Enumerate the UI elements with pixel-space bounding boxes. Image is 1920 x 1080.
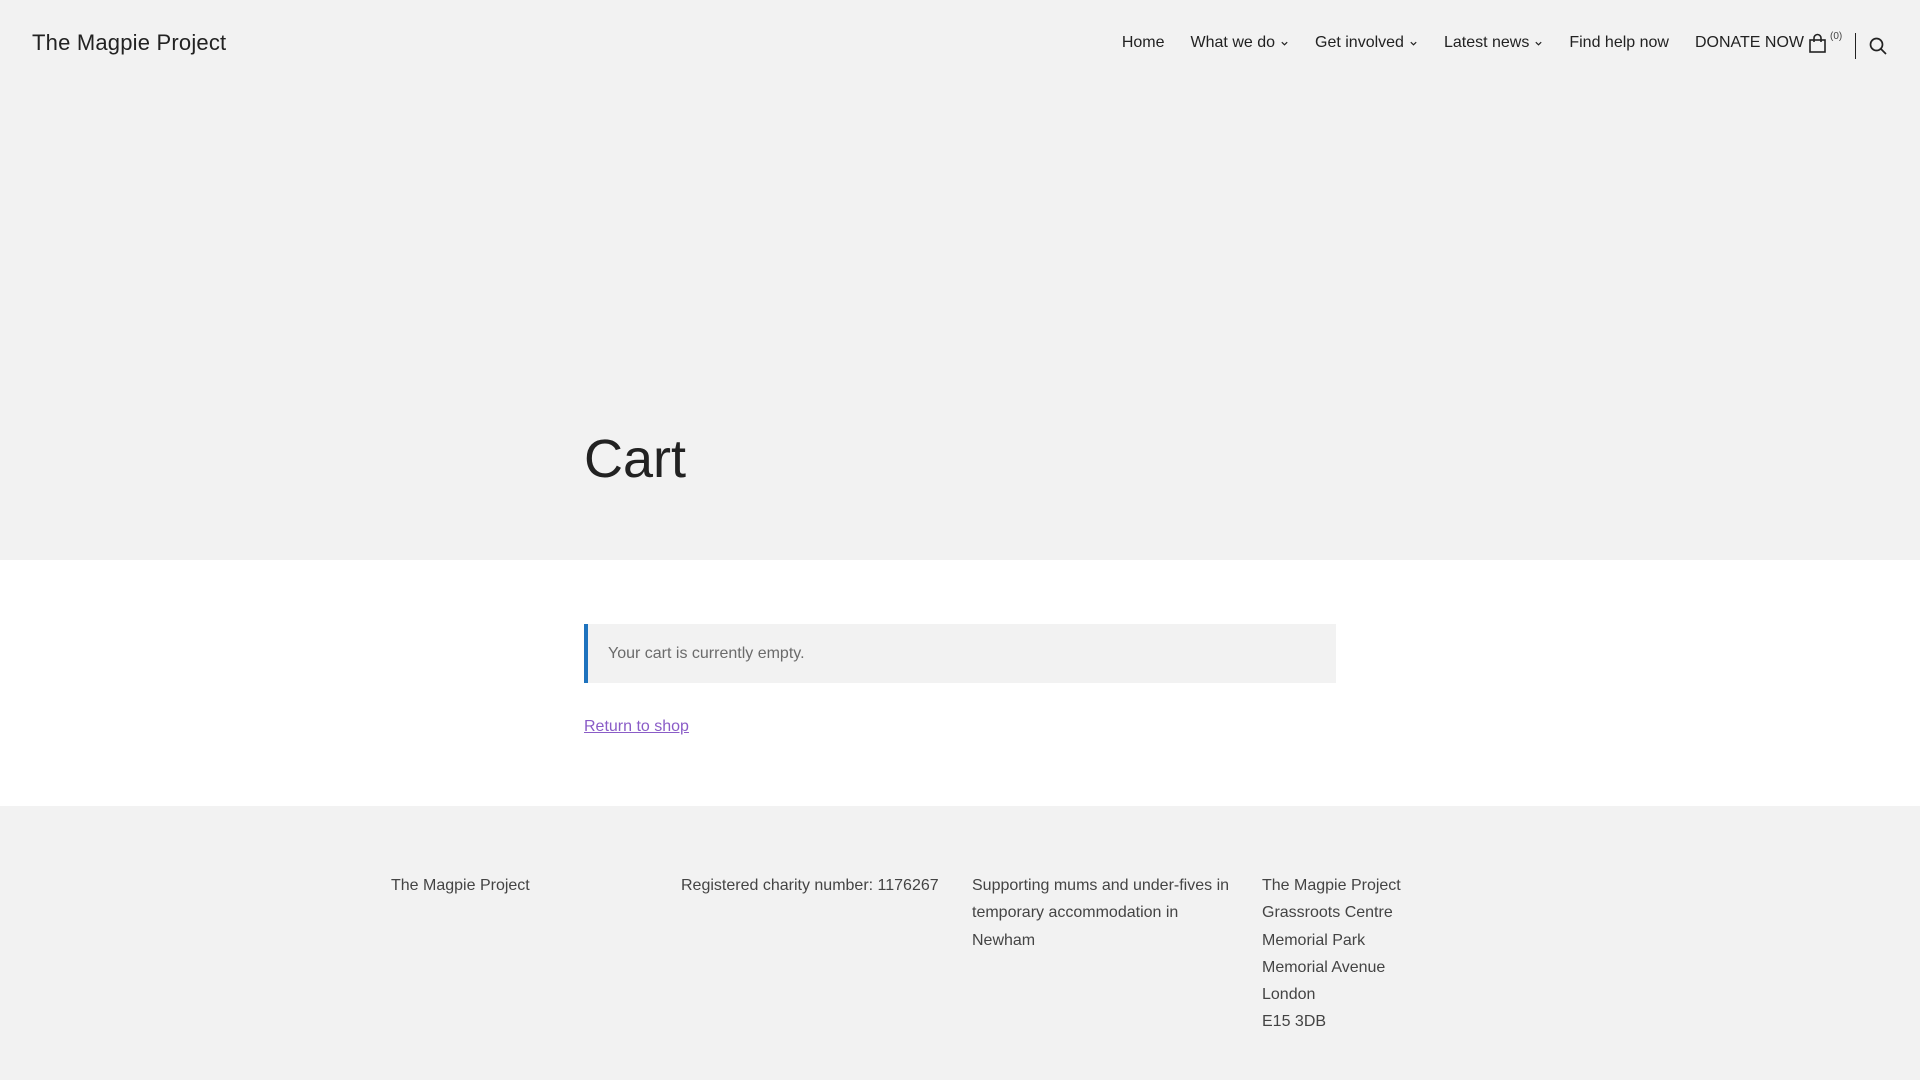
footer-column-mission: Supporting mums and under-fives in tempo… [972, 872, 1242, 954]
cart-button[interactable]: (0) [1808, 31, 1844, 57]
nav-divider [1855, 33, 1856, 59]
footer-address-line: Memorial Park [1262, 931, 1366, 949]
footer-text: Newham [972, 931, 1036, 949]
chevron-down-icon [1410, 41, 1417, 46]
footer-address-line: Memorial Avenue [1262, 958, 1386, 976]
nav-item-what-we-do[interactable]: What we do [1191, 34, 1289, 52]
search-button[interactable] [1868, 36, 1888, 56]
site-header: The Magpie Project Home What we do Get i… [0, 0, 1920, 90]
chevron-down-icon [1535, 41, 1542, 46]
footer-text: The Magpie Project [391, 877, 530, 894]
nav-item-donate-now[interactable]: DONATE NOW [1695, 34, 1804, 52]
footer-address-line: Grassroots Centre [1262, 904, 1393, 922]
nav-item-label: What we do [1190, 34, 1276, 51]
nav-item-label: DONATE NOW [1694, 34, 1804, 51]
site-footer: The Magpie Project Registered charity nu… [0, 806, 1920, 1080]
footer-text: temporary accommodation in [972, 904, 1179, 922]
nav-item-label: Home [1121, 34, 1165, 51]
footer-text: Supporting mums and under-fives in [972, 877, 1230, 894]
nav-item-get-involved[interactable]: Get involved [1315, 34, 1418, 52]
footer-column-address: The Magpie Project Grassroots Centre Mem… [1262, 872, 1522, 1036]
main-navigation: Home What we do Get involved Latest news… [1122, 34, 1804, 52]
shopping-bag-icon [1809, 33, 1826, 53]
notice-text: Your cart is currently empty. [608, 644, 805, 662]
footer-address-line: The Magpie Project [1262, 877, 1401, 894]
nav-item-label: Latest news [1443, 34, 1530, 51]
footer-column-charity-number: Registered charity number: 1176267 [681, 872, 961, 899]
nav-item-latest-news[interactable]: Latest news [1444, 34, 1543, 52]
footer-column-name: The Magpie Project [391, 872, 651, 899]
cart-empty-notice: Your cart is currently empty. [584, 624, 1336, 683]
footer-address-line: E15 3DB [1262, 1013, 1327, 1031]
site-title-link[interactable]: The Magpie Project [32, 30, 226, 56]
return-to-shop-link[interactable]: Return to shop [584, 718, 689, 736]
cart-content: Your cart is currently empty. Return to … [0, 560, 1920, 806]
page-title: Cart [584, 429, 687, 489]
nav-item-home[interactable]: Home [1122, 34, 1165, 52]
footer-address-line: London [1262, 986, 1316, 1004]
nav-item-label: Find help now [1569, 34, 1669, 51]
nav-item-find-help-now[interactable]: Find help now [1569, 34, 1669, 52]
footer-text: Registered charity number: 1176267 [681, 877, 939, 894]
cart-count-badge: (0) [1830, 31, 1843, 42]
chevron-down-icon [1281, 41, 1288, 46]
nav-item-label: Get involved [1315, 34, 1404, 51]
search-icon [1869, 37, 1887, 55]
